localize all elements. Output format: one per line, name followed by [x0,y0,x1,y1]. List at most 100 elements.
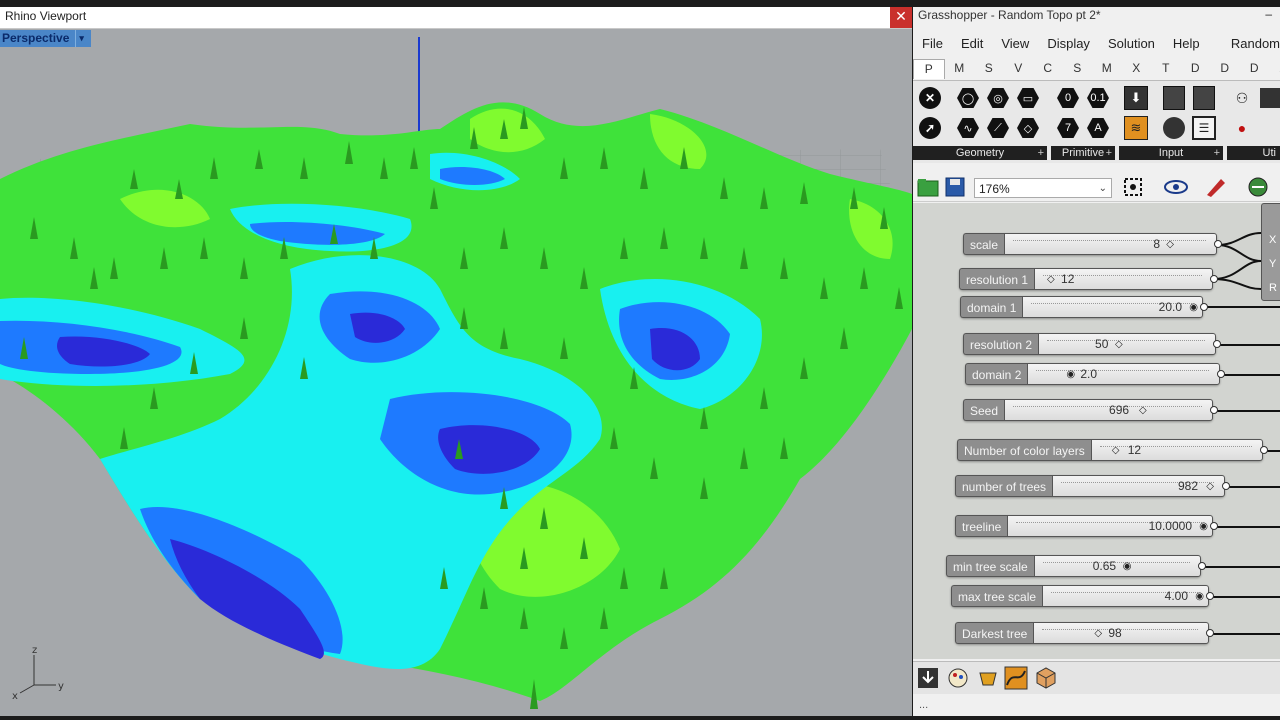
ribbon-label-primitive[interactable]: Primitive + [1051,146,1115,160]
grasshopper-window[interactable]: Grasshopper - Random Topo pt 2* – File E… [913,7,1280,716]
slider-number-of-color-layers[interactable]: Number of color layers ◇ 12 [957,439,1268,461]
menu-random[interactable]: Random [1222,33,1280,55]
slider-grip-icon[interactable]: ◇ [1112,445,1120,456]
tab-d3[interactable]: D [1240,59,1270,79]
number-slider-icon[interactable] [1191,85,1217,111]
mesh-icon[interactable]: ◇ [1015,115,1041,141]
graph-mapper-icon[interactable]: ≋ [1123,115,1149,141]
slider-track[interactable]: 10.0000 ◉ [1007,515,1213,537]
tab-vector[interactable]: V [1004,59,1034,79]
ribbon-label-input[interactable]: Input + [1119,146,1223,160]
slider-track[interactable]: ◉ 2.0 [1027,363,1220,385]
minimize-icon[interactable]: – [1265,7,1272,21]
slider-resolution-2[interactable]: resolution 2 50 ◇ [963,333,1221,355]
chevron-down-icon[interactable]: ▾ [75,30,87,47]
tab-curve[interactable]: C [1033,59,1063,79]
preview-eye-icon[interactable] [1163,175,1189,201]
menu-solution[interactable]: Solution [1099,33,1164,55]
tab-d2[interactable]: D [1210,59,1240,79]
surface-icon[interactable]: ▭ [1015,85,1041,111]
tab-sets[interactable]: S [974,59,1004,79]
menu-view[interactable]: View [992,33,1038,55]
save-icon[interactable] [943,175,969,201]
geometry-icon[interactable]: ✕ [917,85,943,111]
close-icon[interactable]: ✕ [890,7,912,28]
button-icon[interactable] [1161,115,1187,141]
open-file-icon[interactable] [916,175,942,201]
slider-grip-icon[interactable]: ◇ [1166,239,1174,250]
slider-track[interactable]: 50 ◇ [1038,333,1216,355]
paint-icon[interactable] [945,665,971,691]
slider-grip-icon[interactable]: ◉ [1195,591,1204,602]
menu-file[interactable]: File [913,33,952,55]
graph-mapper-icon[interactable] [1003,665,1029,691]
ribbon-label-util[interactable]: Uti [1227,146,1280,160]
slider-grip-icon[interactable]: ◉ [1189,302,1198,313]
tab-surface[interactable]: S [1063,59,1093,79]
slider-grip-icon[interactable]: ◇ [1047,274,1055,285]
slider-resolution-1[interactable]: resolution 1 ◇ 12 [959,268,1218,290]
tab-display[interactable]: D [1181,59,1211,79]
package-icon[interactable] [1033,665,1059,691]
circle-icon[interactable]: ◯ [955,85,981,111]
slider-max-tree-scale[interactable]: max tree scale 4.00 ◉ [951,585,1214,607]
number-icon[interactable]: 7 [1055,115,1081,141]
slider-track[interactable]: 0.65 ◉ [1033,555,1201,577]
curve-icon[interactable]: ∿ [955,115,981,141]
integer-icon[interactable]: 0 [1055,85,1081,111]
sketch-pen-icon[interactable] [1203,175,1229,201]
rhino-viewport-window[interactable]: Rhino Viewport ✕ Perspective ▾ z y x [0,7,912,716]
slider-track[interactable]: ◇ 12 [1090,439,1263,461]
import-icon[interactable] [915,665,941,691]
menu-help[interactable]: Help [1164,33,1209,55]
point-icon[interactable]: ➚ [917,115,943,141]
tab-intersect[interactable]: X [1122,59,1152,79]
slider-grip-icon[interactable]: ◉ [1199,521,1208,532]
terrain-render[interactable] [0,29,912,716]
cluster-icon[interactable] [1257,85,1280,111]
random-component-node[interactable]: X Y R [1261,203,1280,301]
tab-mesh[interactable]: M [1092,59,1122,79]
slider-track[interactable]: 4.00 ◉ [1042,585,1209,607]
slider-grip-icon[interactable]: ◇ [1206,481,1214,492]
slider-domain-2[interactable]: domain 2 ◉ 2.0 [965,363,1225,385]
tab-a[interactable]: A [1269,59,1280,79]
slider-number-of-trees[interactable]: number of trees 982 ◇ [955,475,1230,497]
line-icon[interactable]: ⟋ [985,115,1011,141]
viewport-tab-perspective[interactable]: Perspective ▾ [0,30,91,47]
tab-transform[interactable]: T [1151,59,1181,79]
bake-icon[interactable] [1245,175,1271,201]
brep-icon[interactable]: ◎ [985,85,1011,111]
slider-track[interactable]: ◇ 98 [1033,622,1209,644]
glasses-icon[interactable]: ⚇ [1229,85,1255,111]
boolean-toggle-icon[interactable] [1161,85,1187,111]
slider-track[interactable]: 8 ◇ [1004,233,1217,255]
decimal-icon[interactable]: 0.1 [1085,85,1111,111]
ribbon-label-geometry[interactable]: Geometry + [913,146,1047,160]
slider-track[interactable]: 982 ◇ [1052,475,1225,497]
slider-grip-icon[interactable]: ◇ [1139,405,1147,416]
grasshopper-canvas[interactable]: X Y R scale 8 ◇ resolution 1 ◇ 12 domain… [913,203,1280,659]
slider-track[interactable]: 696 ◇ [1004,399,1213,421]
slider-grip-icon[interactable]: ◉ [1123,561,1132,572]
value-list-icon[interactable]: ☰ [1191,115,1217,141]
slider-min-tree-scale[interactable]: min tree scale 0.65 ◉ [946,555,1206,577]
slider-track[interactable]: ◇ 12 [1034,268,1213,290]
slider-seed[interactable]: Seed 696 ◇ [963,399,1218,421]
slider-grip-icon[interactable]: ◇ [1115,339,1123,350]
menu-display[interactable]: Display [1038,33,1099,55]
tab-maths[interactable]: M [945,59,975,79]
slider-grip-icon[interactable]: ◉ [1066,369,1075,380]
slider-domain-1[interactable]: domain 1 20.0 ◉ [960,296,1208,318]
menu-edit[interactable]: Edit [952,33,992,55]
magnet-icon[interactable] [975,665,1001,691]
slider-scale[interactable]: scale 8 ◇ [963,233,1222,255]
zoom-extents-icon[interactable] [1121,175,1147,201]
slider-darkest-tree[interactable]: Darkest tree ◇ 98 [955,622,1214,644]
slider-track[interactable]: 20.0 ◉ [1022,296,1203,318]
slider-treeline[interactable]: treeline 10.0000 ◉ [955,515,1218,537]
import-icon[interactable]: ⬇ [1123,85,1149,111]
tab-params[interactable]: P [913,59,945,79]
zoom-select[interactable]: 176% ⌄ [974,178,1112,198]
slider-grip-icon[interactable]: ◇ [1094,628,1102,639]
